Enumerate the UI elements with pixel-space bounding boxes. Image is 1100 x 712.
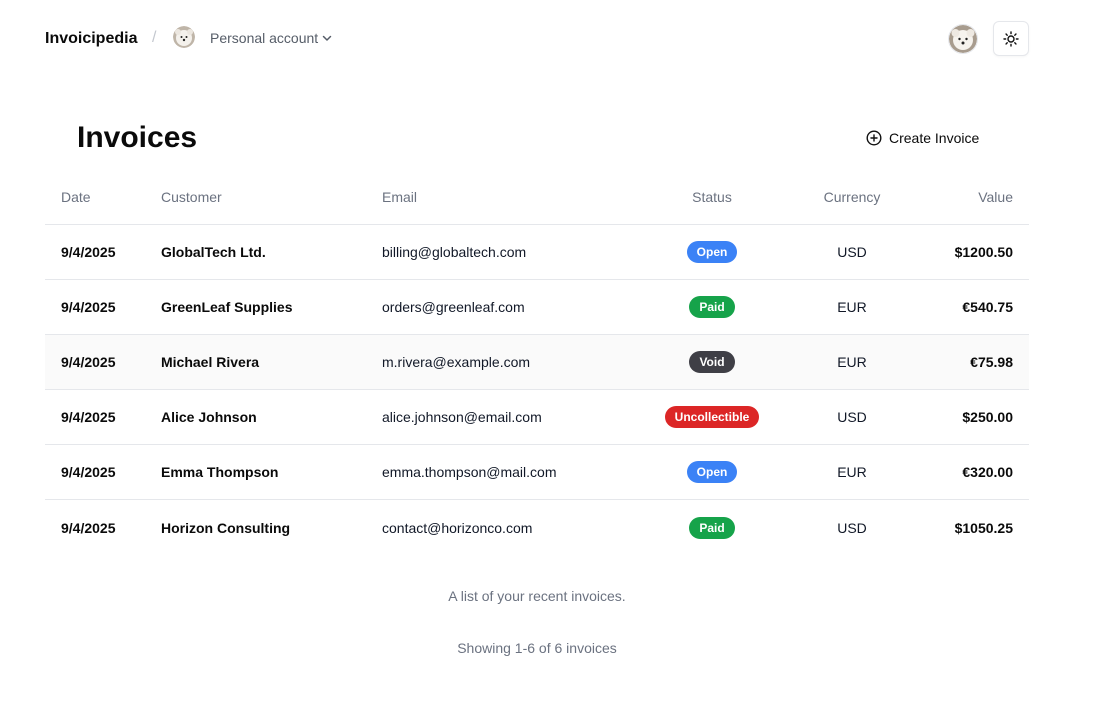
- cell-date: 9/4/2025: [61, 409, 116, 425]
- create-invoice-label: Create Invoice: [889, 130, 980, 146]
- cell-email: emma.thompson@mail.com: [382, 464, 557, 480]
- column-header-value: Value: [978, 189, 1013, 205]
- account-switcher[interactable]: Personal account: [210, 30, 318, 46]
- chevron-down-icon[interactable]: [321, 31, 333, 43]
- create-invoice-button[interactable]: Create Invoice: [858, 122, 987, 154]
- table-row[interactable]: 9/4/2025 Emma Thompson emma.thompson@mai…: [45, 445, 1029, 500]
- status-badge: Paid: [689, 296, 735, 318]
- sun-icon: [1003, 30, 1019, 47]
- cell-value: €540.75: [962, 299, 1013, 315]
- table-row[interactable]: 9/4/2025 GreenLeaf Supplies orders@green…: [45, 280, 1029, 335]
- cell-date: 9/4/2025: [61, 464, 116, 480]
- cell-email: billing@globaltech.com: [382, 244, 527, 260]
- status-badge: Open: [686, 461, 738, 483]
- breadcrumb-separator: /: [152, 29, 157, 46]
- cell-email: orders@greenleaf.com: [382, 299, 525, 315]
- cell-value: $250.00: [962, 409, 1013, 425]
- cell-value: €320.00: [962, 464, 1013, 480]
- invoices-table: Date Customer Email Status Currency Valu…: [45, 170, 1029, 555]
- table-caption: A list of your recent invoices.: [448, 588, 626, 604]
- status-badge: Open: [686, 241, 738, 263]
- column-header-email: Email: [382, 189, 418, 205]
- cell-date: 9/4/2025: [61, 299, 116, 315]
- cell-date: 9/4/2025: [61, 519, 116, 536]
- table-row[interactable]: 9/4/2025 Horizon Consulting contact@hori…: [45, 500, 1029, 555]
- theme-toggle-button[interactable]: [993, 21, 1029, 56]
- cell-customer: Horizon Consulting: [161, 519, 291, 536]
- cell-date: 9/4/2025: [61, 244, 116, 260]
- cell-value: $1200.50: [954, 244, 1013, 260]
- column-header-date: Date: [61, 189, 91, 205]
- cell-status: Paid: [652, 500, 772, 555]
- cell-email: m.rivera@example.com: [382, 354, 531, 370]
- column-header-currency: Currency: [823, 189, 881, 205]
- cell-customer: Michael Rivera: [161, 354, 260, 370]
- table-header: Date Customer Email Status Currency Valu…: [45, 170, 1029, 225]
- plus-circle-icon: [866, 130, 882, 146]
- page-title: Invoices: [77, 121, 198, 154]
- cell-currency: USD: [837, 409, 867, 425]
- account-avatar-icon: [173, 26, 195, 48]
- cell-customer: GreenLeaf Supplies: [161, 299, 293, 315]
- top-navigation: Invoicipedia / Personal account: [45, 21, 1029, 56]
- cell-status: Paid: [652, 280, 772, 334]
- cell-status: Open: [652, 225, 772, 279]
- column-header-customer: Customer: [161, 189, 222, 205]
- column-header-status: Status: [692, 189, 732, 205]
- status-badge: Void: [689, 351, 735, 373]
- cell-value: €75.98: [970, 354, 1013, 370]
- table-row[interactable]: 9/4/2025 Michael Rivera m.rivera@example…: [45, 335, 1029, 390]
- user-avatar-button[interactable]: [948, 24, 978, 54]
- cell-email: alice.johnson@email.com: [382, 409, 542, 425]
- table-row[interactable]: 9/4/2025 GlobalTech Ltd. billing@globalt…: [45, 225, 1029, 280]
- pagination-summary: Showing 1-6 of 6 invoices: [457, 640, 617, 656]
- cell-currency: EUR: [837, 464, 867, 480]
- cell-customer: Alice Johnson: [161, 409, 257, 425]
- brand-logo-link[interactable]: Invoicipedia: [45, 30, 137, 48]
- dog-avatar-icon: [949, 25, 977, 53]
- status-badge: Paid: [689, 516, 735, 539]
- cell-date: 9/4/2025: [61, 354, 116, 370]
- table-row[interactable]: 9/4/2025 Alice Johnson alice.johnson@ema…: [45, 390, 1029, 445]
- cell-currency: EUR: [837, 299, 867, 315]
- cell-customer: Emma Thompson: [161, 464, 279, 480]
- cell-email: contact@horizonco.com: [382, 519, 533, 536]
- cell-customer: GlobalTech Ltd.: [161, 244, 266, 260]
- status-badge: Uncollectible: [664, 406, 760, 428]
- cell-status: Uncollectible: [652, 390, 772, 444]
- cell-currency: USD: [837, 244, 867, 260]
- cell-value: $1050.25: [954, 519, 1013, 536]
- cell-currency: EUR: [837, 354, 867, 370]
- cell-currency: USD: [837, 519, 867, 536]
- cell-status: Open: [652, 445, 772, 499]
- cell-status: Void: [652, 335, 772, 389]
